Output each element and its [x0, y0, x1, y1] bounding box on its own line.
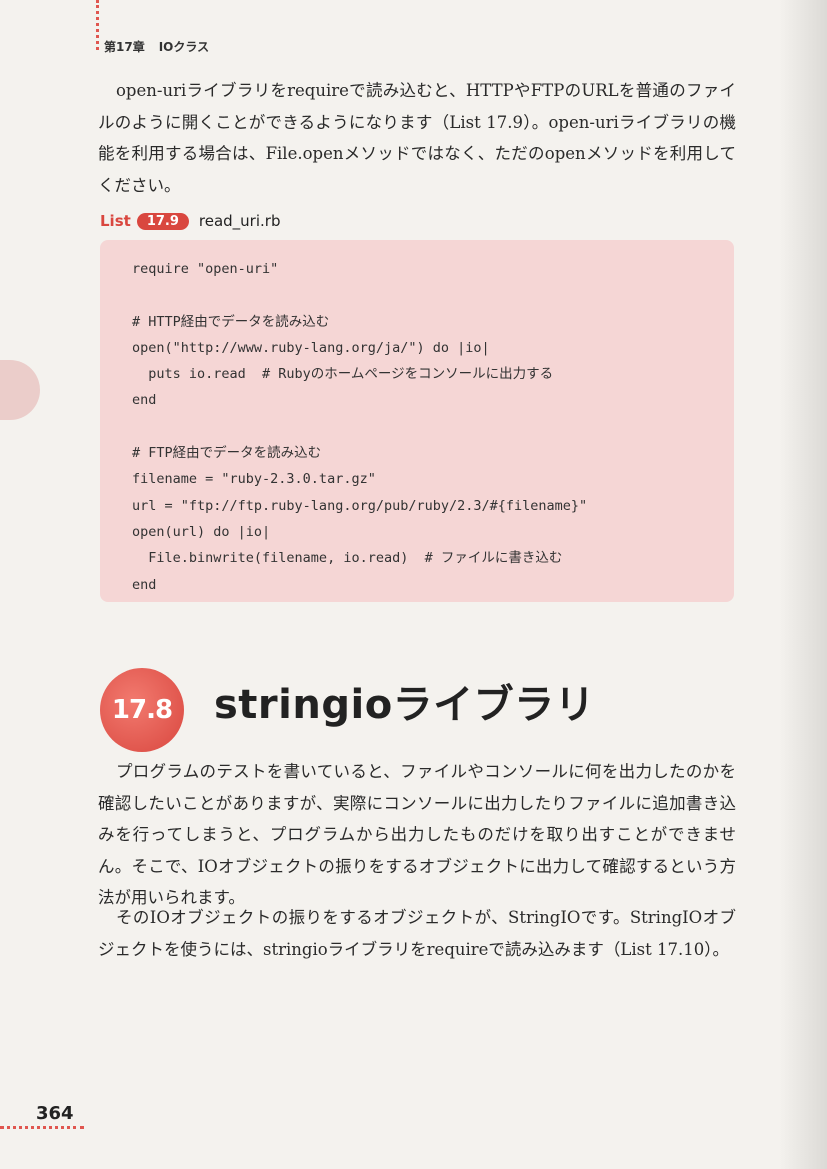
- chapter-tab-marker: [0, 360, 40, 420]
- body-paragraph-2: そのIOオブジェクトの振りをするオブジェクトが、StringIOです。Strin…: [98, 908, 736, 959]
- listing-label: List: [100, 212, 131, 230]
- footer-dotted-rule: [0, 1126, 84, 1129]
- running-head-chapter: 第17章: [104, 40, 145, 54]
- listing-number-badge: 17.9: [136, 212, 189, 230]
- section-number-badge: 17.8: [100, 668, 184, 752]
- header-dotted-rule: [96, 0, 99, 50]
- body-paragraph-1: プログラムのテストを書いていると、ファイルやコンソールに何を出力したのかを確認し…: [98, 762, 736, 907]
- listing-caption: List 17.9 read_uri.rb: [100, 212, 280, 230]
- running-head-title: IOクラス: [158, 40, 210, 54]
- page-edge-shadow: [779, 0, 827, 1169]
- intro-paragraph: open-uriライブラリをrequireで読み込むと、HTTPやFTPのURL…: [98, 81, 736, 195]
- section-title: stringioライブラリ: [214, 682, 596, 728]
- code-listing: require "open-uri" # HTTP経由でデータを読み込む ope…: [132, 261, 588, 593]
- running-head: 第17章 IOクラス: [104, 38, 209, 55]
- listing-filename: read_uri.rb: [198, 212, 281, 230]
- page-number: 364: [36, 1103, 74, 1124]
